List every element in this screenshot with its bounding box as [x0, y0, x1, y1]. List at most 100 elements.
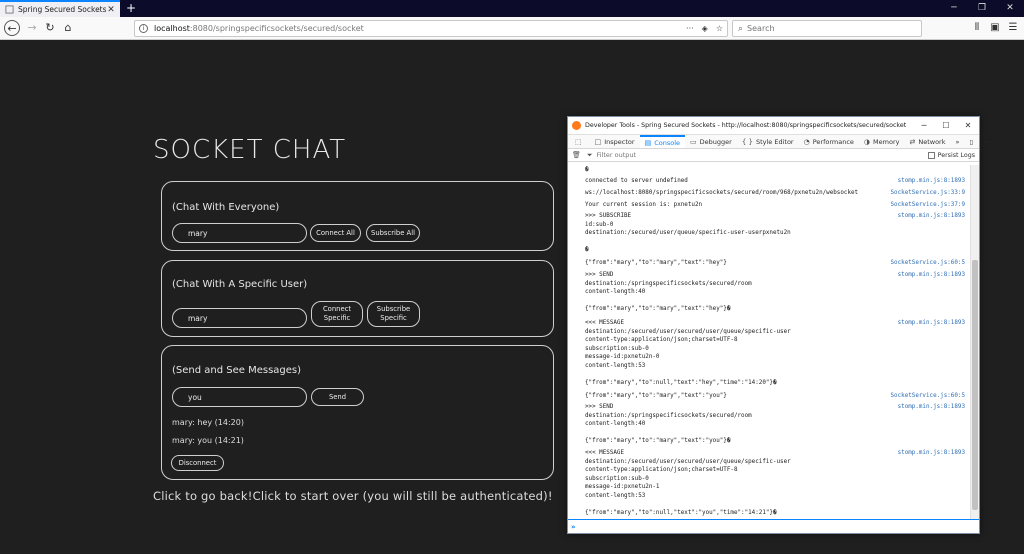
inspector-icon: □ [594, 137, 602, 146]
subscribe-specific-label-1: Subscribe [376, 305, 411, 313]
log-source-link[interactable]: SocketService.js:60:5 [891, 392, 965, 401]
log-entry: >>> SEND destination:/springspecificsock… [585, 403, 965, 446]
chat-specific-panel: (Chat With A Specific User) Connect Spec… [161, 260, 554, 337]
tab-inspector[interactable]: □ Inspector [590, 135, 640, 148]
debugger-icon: ▭ [690, 137, 697, 146]
tab-console[interactable]: ▤ Console [639, 135, 686, 148]
restore-icon[interactable]: ❐ [968, 0, 996, 17]
console-output: � connected to server undefined stomp.min… [568, 165, 970, 519]
tab-console-label: Console [654, 138, 681, 147]
sidebar-icon[interactable]: ▣ [988, 21, 1002, 35]
firefox-logo-icon [572, 121, 581, 130]
tab-performance[interactable]: ◔ Performance [799, 135, 859, 148]
chat-message: mary: you (14:21) [172, 436, 244, 445]
back-icon[interactable]: ← [4, 20, 20, 36]
send-button[interactable]: Send [311, 388, 364, 406]
filter-output-input[interactable] [596, 151, 897, 159]
log-message: <<< MESSAGE destination:/secured/user/se… [585, 320, 791, 387]
log-message: <<< MESSAGE destination:/secured/user/se… [585, 450, 791, 517]
persist-logs-checkbox[interactable] [927, 151, 935, 159]
go-back-link[interactable]: Click to go back! [153, 489, 253, 503]
log-source-link[interactable]: stomp.min.js:8:1893 [898, 271, 965, 280]
subscribe-all-button[interactable]: Subscribe All [366, 224, 420, 242]
console-input-row[interactable]: » [568, 519, 979, 533]
everyone-username-input[interactable] [172, 223, 307, 243]
subscribe-specific-label-2: Specific [380, 314, 407, 322]
console-scrollbar[interactable] [970, 165, 979, 519]
persist-logs-toggle[interactable]: Persist Logs [927, 151, 975, 159]
log-source-link[interactable]: stomp.min.js:8:1893 [898, 449, 965, 458]
log-message: >>> SEND destination:/springspecificsock… [585, 404, 752, 445]
devtools-minimize-icon[interactable]: ─ [913, 121, 935, 130]
close-window-icon[interactable]: ✕ [996, 0, 1024, 17]
log-entry: Your current session is: pxnetu2n SocketS… [585, 201, 965, 210]
persist-logs-label: Persist Logs [937, 151, 975, 159]
specific-username-input[interactable] [172, 308, 307, 328]
devtools-menu-icon[interactable]: ··· [978, 135, 994, 148]
devtools-maximize-icon[interactable]: ☐ [935, 121, 957, 130]
disconnect-button[interactable]: Disconnect [171, 455, 224, 471]
tab-network[interactable]: ⇄ Network [904, 135, 950, 148]
more-tools-icon[interactable]: » [950, 135, 964, 148]
tab-memory-label: Memory [873, 137, 900, 146]
devtools-close-icon[interactable]: ✕ [957, 121, 979, 130]
chat-everyone-heading: (Chat With Everyone) [172, 202, 280, 213]
dock-icon[interactable]: ▯ [964, 135, 978, 148]
log-source-link[interactable]: stomp.min.js:8:1893 [898, 212, 965, 221]
log-source-link[interactable]: stomp.min.js:8:1893 [898, 177, 965, 186]
bookmark-star-icon[interactable]: ☆ [716, 24, 723, 33]
chat-specific-heading: (Chat With A Specific User) [172, 279, 308, 290]
library-icon[interactable]: ⫴ [970, 21, 984, 35]
new-tab-icon[interactable]: + [124, 0, 138, 17]
tab-style-editor[interactable]: { } Style Editor [737, 135, 799, 148]
connect-all-button[interactable]: Connect All [310, 224, 361, 242]
log-entry: >>> SUBSCRIBE id:sub-0 destination:/secu… [585, 212, 965, 255]
tab-debugger[interactable]: ▭ Debugger [685, 135, 737, 148]
tab-title: Spring Secured Sockets [18, 5, 106, 14]
search-bar[interactable]: ⌕ [732, 20, 922, 37]
console-scrollbar-thumb[interactable] [972, 260, 978, 510]
log-entry: {"from":"mary","to":"mary","text":"hey"}… [585, 259, 965, 268]
log-source-link[interactable]: stomp.min.js:8:1893 [898, 403, 965, 412]
page-favicon-icon [4, 5, 14, 15]
minimize-icon[interactable]: ─ [940, 0, 968, 17]
message-input[interactable] [172, 387, 307, 407]
style-editor-icon: { } [741, 137, 753, 146]
tab-memory[interactable]: ◑ Memory [859, 135, 905, 148]
console-prompt-icon: » [571, 522, 576, 531]
page-actions-icon[interactable]: ··· [686, 24, 694, 33]
reload-icon[interactable]: ↻ [42, 20, 58, 36]
log-source-link[interactable]: SocketService.js:33:9 [891, 189, 965, 198]
close-tab-icon[interactable]: ✕ [106, 5, 116, 15]
log-message: {"from":"mary","to":"mary","text":"hey"} [585, 260, 727, 266]
log-entry: connected to server undefined stomp.min.j… [585, 177, 965, 186]
forward-icon[interactable]: → [24, 20, 40, 36]
log-source-link[interactable]: stomp.min.js:8:1893 [898, 319, 965, 328]
log-message: Your current session is: pxnetu2n [585, 202, 703, 208]
site-info-icon[interactable]: i [139, 24, 148, 33]
connect-specific-button[interactable]: Connect Specific [311, 301, 363, 327]
element-picker-icon[interactable]: ⬚ [570, 135, 590, 148]
log-source-link[interactable]: SocketService.js:60:5 [891, 259, 965, 268]
log-entry: <<< MESSAGE destination:/secured/user/se… [585, 319, 965, 388]
log-message: connected to server undefined [585, 178, 688, 184]
subscribe-specific-button[interactable]: Subscribe Specific [367, 301, 420, 327]
home-icon[interactable]: ⌂ [60, 20, 76, 36]
log-source-link[interactable]: SocketService.js:37:9 [891, 201, 965, 210]
performance-icon: ◔ [803, 137, 810, 146]
start-over-link[interactable]: Click to start over (you will still be a… [253, 489, 553, 503]
pocket-icon[interactable]: ◈ [702, 24, 708, 33]
log-message: {"from":"mary","to":"mary","text":"you"} [585, 393, 727, 399]
chat-message: mary: hey (14:20) [172, 418, 244, 427]
filter-icon: ⏷ [586, 150, 593, 159]
log-message: � [585, 167, 589, 173]
connect-specific-label-2: Specific [323, 314, 351, 322]
search-input[interactable] [747, 24, 908, 33]
log-entry: ws://localhost:8080/springspecificsocket… [585, 189, 965, 198]
browser-tab[interactable]: Spring Secured Sockets ✕ [0, 0, 120, 17]
devtools-titlebar: Developer Tools - Spring Secured Sockets… [568, 117, 979, 134]
menu-icon[interactable]: ☰ [1006, 21, 1020, 35]
trash-icon[interactable]: 🗑 [572, 151, 581, 159]
url-bar[interactable]: i localhost :8080/springspecificsockets/… [134, 20, 728, 37]
network-icon: ⇄ [909, 137, 916, 146]
